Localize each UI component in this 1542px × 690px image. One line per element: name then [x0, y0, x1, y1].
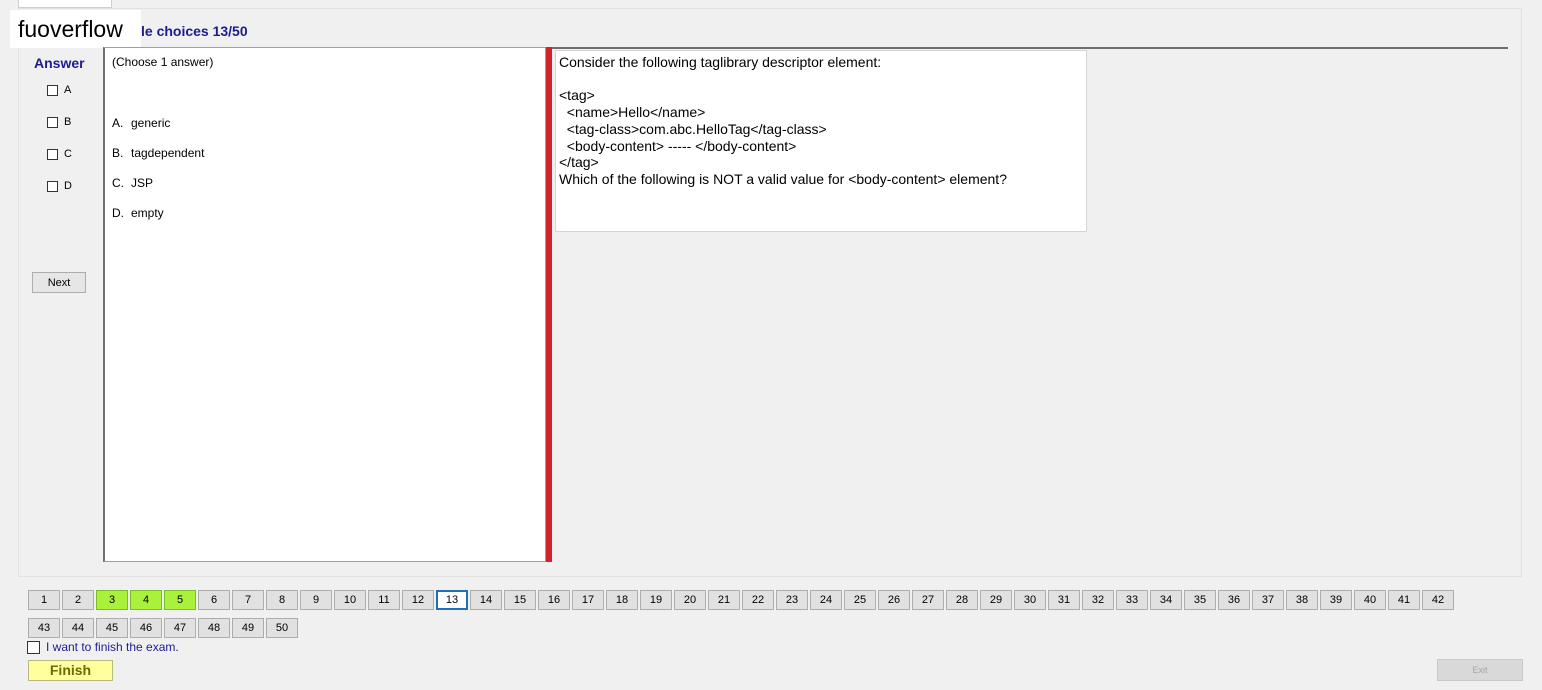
question-line: <body-content> ----- </body-content>: [559, 137, 797, 154]
answer-option-label: C: [64, 148, 72, 160]
question-nav-button-46[interactable]: 46: [130, 618, 162, 638]
question-nav-button-16[interactable]: 16: [538, 590, 570, 610]
question-nav-button-42[interactable]: 42: [1422, 590, 1454, 610]
choice-letter: C.: [112, 176, 124, 190]
choice-a: A. generic: [112, 116, 170, 130]
finish-button[interactable]: Finish: [28, 660, 113, 681]
finish-confirm[interactable]: I want to finish the exam.: [27, 640, 179, 654]
question-line: <tag-class>com.abc.HelloTag</tag-class>: [559, 120, 827, 137]
question-nav-button-19[interactable]: 19: [640, 590, 672, 610]
question-nav-button-13[interactable]: 13: [436, 590, 468, 610]
choice-text: tagdependent: [131, 146, 205, 160]
question-nav-button-26[interactable]: 26: [878, 590, 910, 610]
question-nav-button-14[interactable]: 14: [470, 590, 502, 610]
question-nav-button-11[interactable]: 11: [368, 590, 400, 610]
answer-option-c[interactable]: C: [47, 147, 72, 161]
choice-letter: D.: [112, 206, 124, 220]
question-nav-button-10[interactable]: 10: [334, 590, 366, 610]
question-nav-button-27[interactable]: 27: [912, 590, 944, 610]
question-nav-button-30[interactable]: 30: [1014, 590, 1046, 610]
question-nav-button-44[interactable]: 44: [62, 618, 94, 638]
question-nav-button-24[interactable]: 24: [810, 590, 842, 610]
question-nav-button-34[interactable]: 34: [1150, 590, 1182, 610]
answer-label: Answer: [34, 55, 85, 71]
choice-text: generic: [131, 116, 171, 130]
question-nav-button-3[interactable]: 3: [96, 590, 128, 610]
question-nav-button-5[interactable]: 5: [164, 590, 196, 610]
question-nav-button-17[interactable]: 17: [572, 590, 604, 610]
choice-c: C. JSP: [112, 176, 153, 190]
question-nav-button-1[interactable]: 1: [28, 590, 60, 610]
question-nav-button-20[interactable]: 20: [674, 590, 706, 610]
finish-confirm-checkbox[interactable]: [27, 640, 40, 654]
question-nav-button-43[interactable]: 43: [28, 618, 60, 638]
choices-panel: (Choose 1 answer) A. generic B. tagdepende…: [103, 47, 546, 562]
question-nav-button-12[interactable]: 12: [402, 590, 434, 610]
question-nav-button-8[interactable]: 8: [266, 590, 298, 610]
question-nav-button-49[interactable]: 49: [232, 618, 264, 638]
question-nav-button-4[interactable]: 4: [130, 590, 162, 610]
checkbox-b[interactable]: [47, 116, 58, 128]
choice-letter: A.: [112, 116, 124, 130]
question-nav-button-38[interactable]: 38: [1286, 590, 1318, 610]
question-nav-button-48[interactable]: 48: [198, 618, 230, 638]
checkbox-a[interactable]: [47, 84, 58, 96]
question-line: ​: [559, 71, 1083, 88]
question-nav-button-23[interactable]: 23: [776, 590, 808, 610]
question-nav-button-36[interactable]: 36: [1218, 590, 1250, 610]
answer-option-b[interactable]: B: [47, 115, 71, 129]
question-nav-button-39[interactable]: 39: [1320, 590, 1352, 610]
question-nav-button-32[interactable]: 32: [1082, 590, 1114, 610]
answer-option-label: A: [64, 84, 72, 96]
section-title: le choices 13/50: [141, 23, 248, 39]
question-nav-button-47[interactable]: 47: [164, 618, 196, 638]
question-nav-button-6[interactable]: 6: [198, 590, 230, 610]
finish-confirm-label: I want to finish the exam.: [46, 640, 179, 654]
question-nav-button-37[interactable]: 37: [1252, 590, 1284, 610]
top-tab: [18, 0, 112, 8]
question-nav-row-1: 1 2 3 4 5 6 7 8 9 10 11 12 13 14 15 16 17 18 19 20 21 22 23 24 2…: [28, 590, 1456, 610]
answer-option-d[interactable]: D: [47, 179, 72, 193]
checkbox-c[interactable]: [47, 148, 58, 160]
question-nav-button-9[interactable]: 9: [300, 590, 332, 610]
exit-button[interactable]: Exit: [1437, 659, 1523, 681]
answer-option-label: B: [64, 116, 72, 128]
question-area: Consider the following taglibrary descri…: [552, 47, 1508, 562]
choice-b: B. tagdependent: [112, 146, 204, 160]
question-nav-button-21[interactable]: 21: [708, 590, 740, 610]
question-nav-button-28[interactable]: 28: [946, 590, 978, 610]
question-nav-button-35[interactable]: 35: [1184, 590, 1216, 610]
question-nav-button-40[interactable]: 40: [1354, 590, 1386, 610]
question-line: <name>Hello</name>: [559, 104, 706, 121]
question-nav-button-15[interactable]: 15: [504, 590, 536, 610]
question-nav-button-50[interactable]: 50: [266, 618, 298, 638]
answer-option-a[interactable]: A: [47, 83, 71, 97]
checkbox-d[interactable]: [47, 180, 58, 192]
question-line: Which of the following is NOT a valid va…: [559, 170, 1007, 187]
choice-text: empty: [131, 206, 164, 220]
answer-option-label: D: [64, 180, 72, 192]
watermark-logo: fuoverflow: [10, 10, 141, 48]
next-button[interactable]: Next: [32, 272, 86, 293]
question-nav-button-22[interactable]: 22: [742, 590, 774, 610]
question-nav-button-29[interactable]: 29: [980, 590, 1012, 610]
choice-text: JSP: [131, 176, 154, 190]
question-nav-button-33[interactable]: 33: [1116, 590, 1148, 610]
choice-letter: B.: [112, 146, 124, 160]
question-nav-button-2[interactable]: 2: [62, 590, 94, 610]
question-nav-button-18[interactable]: 18: [606, 590, 638, 610]
question-line: </tag>: [559, 154, 599, 171]
choice-d: D. empty: [112, 206, 164, 220]
question-line: <tag>: [559, 87, 595, 104]
question-nav-button-7[interactable]: 7: [232, 590, 264, 610]
question-nav-row-2: 43 44 45 46 47 48 49 50: [28, 618, 300, 638]
question-line: Consider the following taglibrary descri…: [559, 54, 882, 70]
question-nav-button-25[interactable]: 25: [844, 590, 876, 610]
question-nav-button-31[interactable]: 31: [1048, 590, 1080, 610]
choose-hint: (Choose 1 answer): [112, 55, 214, 69]
question-box: Consider the following taglibrary descri…: [555, 50, 1087, 232]
question-nav-button-41[interactable]: 41: [1388, 590, 1420, 610]
question-nav-button-45[interactable]: 45: [96, 618, 128, 638]
